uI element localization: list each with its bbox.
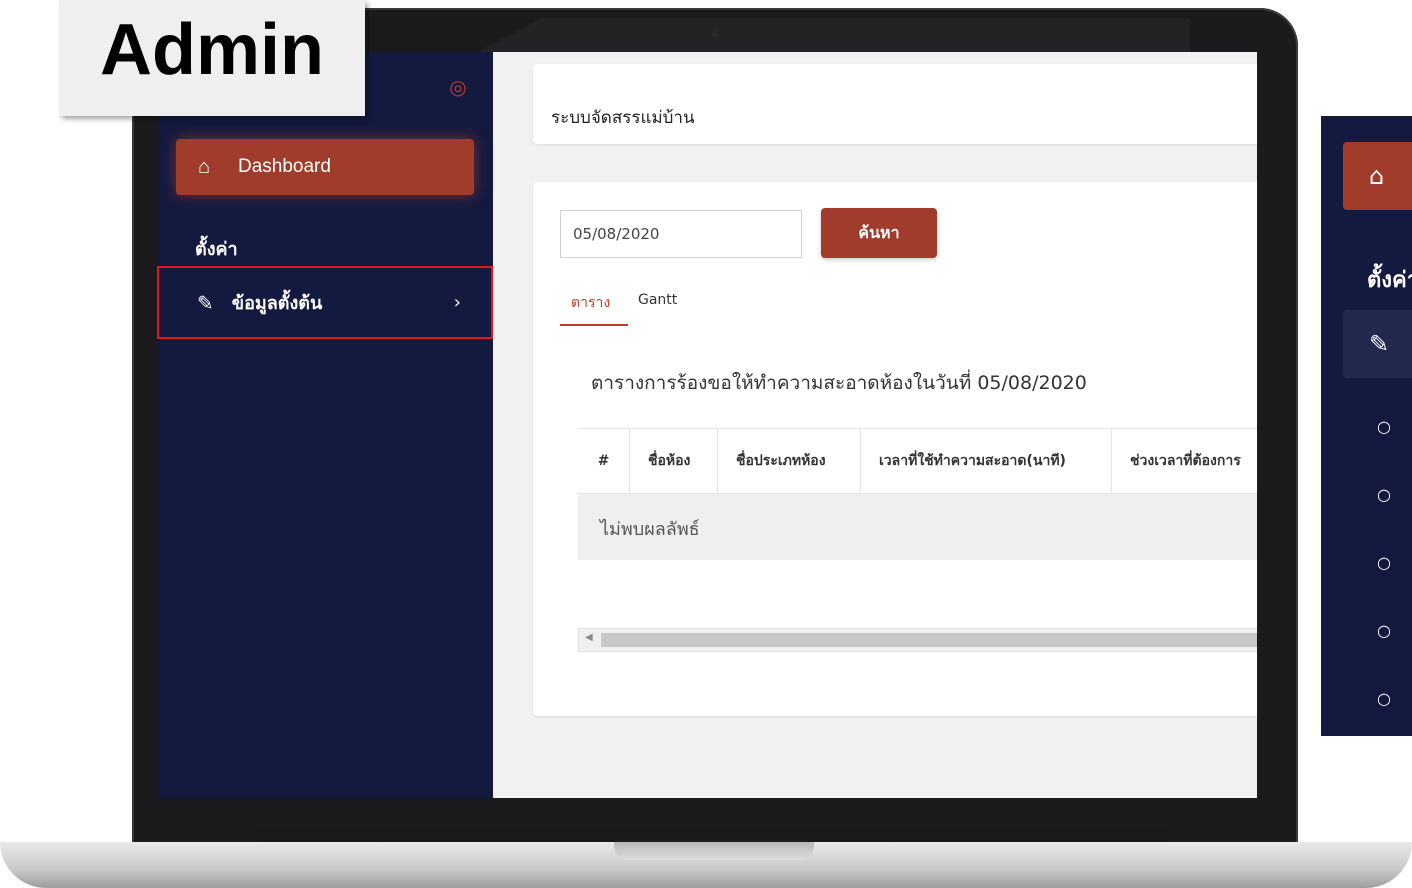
column-header[interactable]: ชื่อประเภทห้อง (718, 429, 861, 493)
search-button[interactable]: ค้นหา (821, 208, 937, 258)
chevron-right-icon: › (453, 292, 461, 313)
laptop-notch (614, 842, 814, 860)
table-header: # ชื่อห้อง ชื่อประเภทห้อง เวลาที่ใช้ทำคว… (578, 428, 1257, 494)
scroll-left-icon[interactable]: ◀ (585, 632, 593, 643)
tab-table[interactable]: ตาราง (571, 292, 610, 314)
screen-glare (470, 18, 1190, 56)
camera-icon (712, 31, 718, 37)
sidebar-item-label: ข้อมูลตั้งต้น (231, 293, 323, 314)
circle-icon[interactable]: ○ (1377, 487, 1391, 503)
edit-icon: ✎ (197, 290, 214, 315)
sidebar-item-initial-data[interactable]: ✎ ข้อมูลตั้งต้น › (157, 266, 493, 339)
laptop-hinge (257, 828, 1172, 842)
date-input[interactable] (560, 210, 802, 258)
page-title: ระบบจัดสรรแม่บ้าน (551, 108, 695, 128)
column-header[interactable]: # (578, 429, 630, 493)
tab-gantt[interactable]: Gantt (638, 292, 677, 308)
circle-icon[interactable]: ○ (1377, 555, 1391, 571)
sidebar-section-title: ตั้งค่า (1367, 268, 1412, 293)
sidebar: ◎ ⌂ Dashboard ตั้งค่า ✎ ข้อมูลตั้งต้น › (157, 52, 493, 798)
sidebar-item-dashboard[interactable]: ⌂ Dashboard (176, 139, 474, 195)
edit-icon[interactable]: ✎ (1343, 310, 1412, 378)
target-icon[interactable]: ◎ (447, 76, 469, 98)
column-header[interactable]: เวลาที่ใช้ทำความสะอาด(นาที) (861, 429, 1112, 493)
circle-icon[interactable]: ○ (1377, 419, 1391, 435)
circle-icon[interactable]: ○ (1377, 623, 1391, 639)
circle-icon[interactable]: ○ (1377, 691, 1391, 707)
column-header[interactable]: ช่วงเวลาที่ต้องการ (1112, 429, 1257, 493)
requests-table: # ชื่อห้อง ชื่อประเภทห้อง เวลาที่ใช้ทำคว… (578, 428, 1257, 560)
zoomed-sidebar-panel: ⌂ ตั้งค่า ✎ ○ ○ ○ ○ ○ (1321, 116, 1412, 736)
sidebar-item-label: Dashboard (238, 156, 331, 177)
home-icon[interactable]: ⌂ (1343, 142, 1412, 210)
role-label: Admin (59, 0, 365, 116)
column-header[interactable]: ชื่อห้อง (630, 429, 718, 493)
header-card: ระบบจัดสรรแม่บ้าน (533, 64, 1257, 144)
empty-message: ไม่พบผลลัพธ์ (600, 519, 700, 540)
tab-active-indicator (560, 324, 628, 326)
sidebar-section-title: ตั้งค่า (195, 239, 238, 260)
app-screen: ◎ ⌂ Dashboard ตั้งค่า ✎ ข้อมูลตั้งต้น › … (157, 52, 1257, 798)
content-card: ค้นหา ตาราง Gantt ตารางการร้องขอให้ทำควา… (533, 182, 1257, 716)
table-empty-row: ไม่พบผลลัพธ์ (578, 494, 1257, 560)
scroll-thumb[interactable] (601, 633, 1257, 647)
home-icon: ⌂ (198, 155, 211, 178)
table-title: ตารางการร้องขอให้ทำความสะอาดห้องในวันที่… (591, 372, 1087, 394)
horizontal-scrollbar[interactable]: ◀ (578, 628, 1257, 652)
